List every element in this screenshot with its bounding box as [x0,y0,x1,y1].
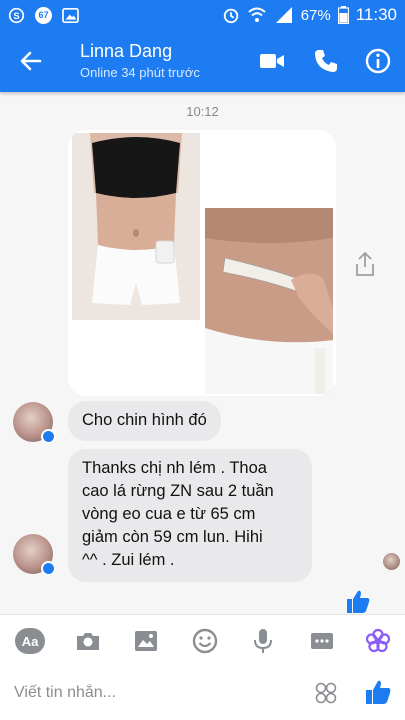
photo-waist-1-image [72,133,200,320]
emoji-grid-icon[interactable] [313,680,339,706]
flower-icon[interactable] [364,627,392,655]
seen-avatar [383,553,400,570]
photo-waist-1[interactable] [72,133,200,320]
back-arrow-icon[interactable] [18,48,44,74]
message-bubble[interactable]: Cho chin hình đó [68,401,221,441]
thumbs-up-icon [347,590,370,613]
conversation-header: Linna Dang Online 34 phút trước [0,30,405,92]
skype-icon: S [8,7,25,23]
status-right: 67% 11:30 [222,5,397,25]
shared-photos[interactable] [68,130,336,396]
messenger-badge-icon [41,429,56,444]
message-timestamp: 10:12 [186,104,219,119]
smiley-icon[interactable] [191,627,219,655]
wifi-icon [248,7,266,22]
text-style-label: Aa [15,628,45,654]
image-notification-icon [62,7,79,23]
message-bubble[interactable]: Thanks chị nh lém . Thoa cao lá rừng ZN … [68,449,312,582]
contact-status: Online 34 phút trước [80,65,200,80]
text-style-button[interactable]: Aa [14,627,46,655]
share-icon[interactable] [352,250,378,278]
camera-icon[interactable] [74,627,102,655]
message-input[interactable] [14,682,294,704]
messenger-badge-icon [41,561,56,576]
signal-icon [275,7,292,23]
contact-name[interactable]: Linna Dang [80,41,172,62]
more-options-icon[interactable] [308,627,336,655]
info-icon[interactable] [364,47,392,75]
notification-badge: 67 [35,6,52,24]
phone-call-icon[interactable] [312,47,340,75]
status-bar: S 67 67% 11:30 [0,0,405,30]
microphone-icon[interactable] [249,627,277,655]
svg-text:S: S [13,10,19,20]
contact-avatar[interactable] [13,402,56,444]
photo-waist-measure-image [205,208,333,394]
contact-avatar[interactable] [13,534,56,576]
battery-percent: 67% [300,6,331,24]
alarm-icon [223,8,238,24]
composer-toolbar: Aa [0,614,405,666]
messenger-screen: S 67 67% 11:30 Linna Dang Online 34 phút… [0,0,405,720]
battery-icon [337,6,349,24]
composer-input-row [0,666,405,720]
photo-waist-measure[interactable] [205,208,333,394]
clock: 11:30 [355,5,397,24]
status-left: S 67 [8,6,79,24]
gallery-icon[interactable] [132,627,160,655]
video-call-icon[interactable] [258,47,286,75]
like-button-icon[interactable] [364,678,392,706]
